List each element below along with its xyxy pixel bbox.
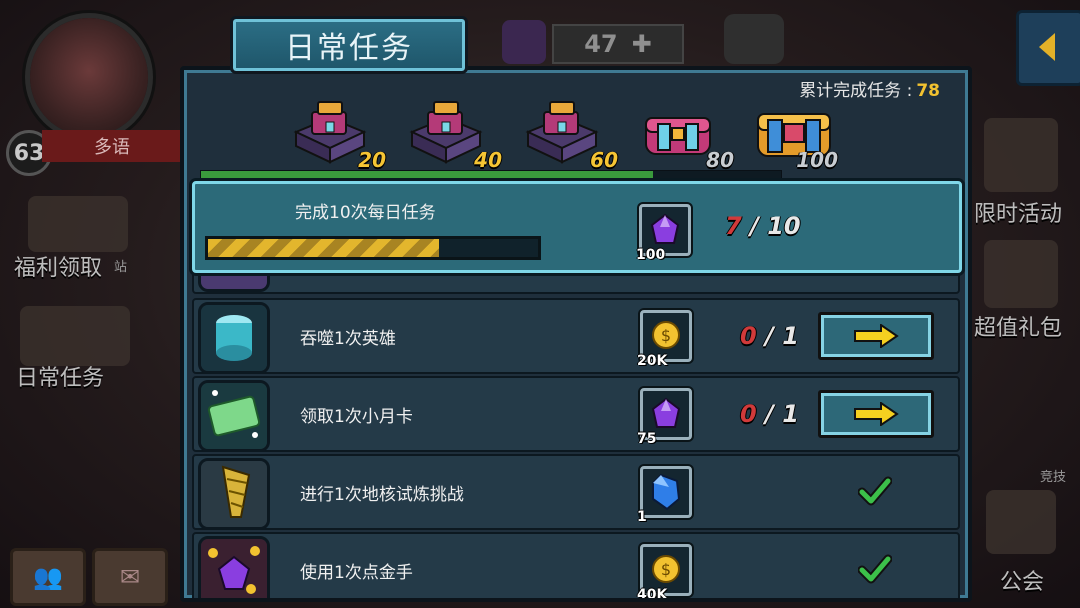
highlight-task-label: 完成10次每日任务 <box>295 203 436 223</box>
drill-icon <box>198 458 270 530</box>
month-card-icon <box>198 380 270 452</box>
reward-box: 75 <box>637 388 692 447</box>
side-label-welfare: 福利领取 <box>14 256 103 281</box>
back-arrow-icon <box>1016 10 1080 86</box>
milestone-chest-40[interactable]: 40 <box>396 92 508 174</box>
milestone-chest-80[interactable]: 80 <box>628 92 740 174</box>
arrow-right-icon <box>854 402 899 426</box>
task-label: 使用1次点金手 <box>300 563 413 583</box>
blue-crystal-icon <box>652 473 681 511</box>
reward-amount: 1 <box>637 509 647 525</box>
player-avatar <box>30 18 148 136</box>
player-name: 多语 <box>42 130 182 162</box>
capsule-icon <box>198 302 270 374</box>
task-row: 使用1次点金手 $ 40K <box>192 532 960 598</box>
reward-box: 100 <box>636 204 691 263</box>
gift-pack-icon <box>984 240 1058 308</box>
reward-amount: 20K <box>637 353 668 369</box>
reward-box: $ 20K <box>637 310 692 369</box>
task-label: 进行1次地核试炼挑战 <box>300 485 464 505</box>
milestone-chest-100[interactable]: 100 <box>744 92 844 174</box>
event-icon <box>984 118 1058 192</box>
reward-amount: 75 <box>637 431 657 447</box>
arrow-right-icon <box>854 324 899 348</box>
side-label-guild: 公会 <box>1000 570 1045 595</box>
go-button[interactable] <box>818 390 934 438</box>
milestone-value: 80 <box>706 148 734 172</box>
milestone-value: 20 <box>358 148 386 172</box>
milestone-value: 40 <box>474 148 502 172</box>
friends-icon: 👥 <box>10 548 86 606</box>
side-label-gift: 超值礼包 <box>974 316 1063 341</box>
milestone-value: 100 <box>796 148 838 172</box>
side-label-arena: 竞技 <box>1040 470 1067 485</box>
check-icon <box>858 476 892 506</box>
milestone-progress-bar <box>200 170 782 180</box>
progress-total: 1 <box>782 400 799 428</box>
reward-amount: 40K <box>637 587 668 602</box>
highlight-task-progress: 7 / 10 <box>725 212 801 240</box>
task-progress: 0 / 1 <box>740 322 799 350</box>
side-label-daily: 日常任务 <box>16 366 105 391</box>
highlight-progress-fill <box>208 239 439 257</box>
reward-amount: 100 <box>636 247 666 263</box>
progress-total: 1 <box>782 322 799 350</box>
task-progress: 0 / 1 <box>740 400 799 428</box>
milestone-value: 60 <box>590 148 618 172</box>
daily-task-panel: 累计完成任务 :78 20 40 60 80 100 完成10次每日任务 100… <box>180 66 972 602</box>
gold-hand-icon <box>198 536 270 598</box>
progress-current: 7 <box>725 212 742 240</box>
guild-icon <box>986 490 1056 554</box>
progress-current: 0 <box>740 400 757 428</box>
progress-current: 0 <box>740 322 757 350</box>
task-label: 领取1次小月卡 <box>300 407 413 427</box>
check-icon <box>858 554 892 584</box>
progress-total: 10 <box>767 212 801 240</box>
svg-text:$: $ <box>661 560 671 579</box>
task-row: 吞噬1次英雄 $ 20K 0 / 1 <box>192 298 960 374</box>
milestone-progress-fill <box>201 171 654 179</box>
highlight-progress-bar <box>205 236 541 260</box>
reward-box: $ 40K <box>637 544 692 598</box>
milestone-chest-20[interactable]: 20 <box>280 92 392 174</box>
task-label: 吞噬1次英雄 <box>300 329 396 349</box>
go-button[interactable] <box>818 312 934 360</box>
highlight-task-card: 完成10次每日任务 100 7 / 10 <box>192 181 962 273</box>
milestone-chest-60[interactable]: 60 <box>512 92 624 174</box>
page-title: 日常任务 <box>230 16 468 74</box>
reward-box: 1 <box>637 466 692 525</box>
task-row: 进行1次地核试炼挑战 1 <box>192 454 960 530</box>
daily-task-icon <box>20 306 130 366</box>
side-label-event: 限时活动 <box>974 202 1063 227</box>
side-label-small: 站 <box>114 260 128 275</box>
gem-counter: 47 ✚ <box>552 24 684 64</box>
svg-text:$: $ <box>661 326 671 345</box>
cumulative-value: 78 <box>916 81 940 101</box>
task-row: 领取1次小月卡 75 0 / 1 <box>192 376 960 452</box>
gem-count: 47 <box>584 30 618 58</box>
mail-icon: ✉ <box>92 548 168 606</box>
announcement-icon <box>724 14 784 64</box>
plus-icon: ✚ <box>631 30 652 58</box>
welfare-icon <box>28 196 128 252</box>
gem-icon <box>502 20 546 64</box>
